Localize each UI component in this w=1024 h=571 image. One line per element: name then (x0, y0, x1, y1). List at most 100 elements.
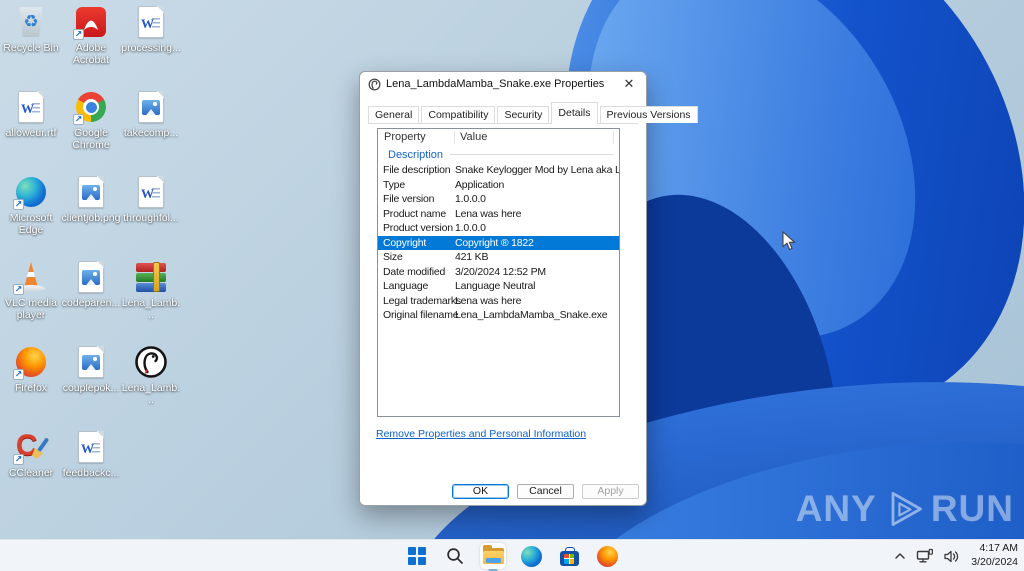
tab-general[interactable]: General (368, 106, 419, 123)
vlc-icon: ↗ (13, 259, 49, 295)
shortcut-arrow-icon: ↗ (13, 454, 24, 465)
network-icon[interactable] (916, 548, 934, 564)
desktop-icon-firefox[interactable]: ↗ Firefox (1, 344, 61, 429)
properties-dialog: Lena_LambdaMamba_Snake.exe Properties ✕ … (359, 71, 647, 506)
desktop-icon-label: Google Chrome (61, 127, 121, 151)
close-icon[interactable]: ✕ (620, 75, 638, 93)
property-name: Product version (378, 221, 455, 236)
edge-icon (521, 546, 542, 567)
desktop-icon-label: Microsoft Edge (1, 212, 61, 236)
edge-button[interactable] (518, 543, 544, 569)
property-name: File version (378, 192, 455, 207)
property-name: Language (378, 279, 455, 294)
file-explorer-button[interactable] (480, 543, 506, 569)
search-icon (446, 547, 464, 565)
start-button[interactable] (404, 543, 430, 569)
image-file-icon (133, 89, 169, 125)
property-name: Product name (378, 207, 455, 222)
dialog-buttons: OK Cancel Apply (452, 484, 639, 499)
desktop-icon-label: Recycle Bin (3, 42, 58, 54)
desktop-icon-microsoft-edge[interactable]: ↗ Microsoft Edge (1, 174, 61, 259)
dialog-title: Lena_LambdaMamba_Snake.exe Properties (386, 78, 604, 90)
desktop-icon-label: Lena_Lamb... (121, 297, 181, 321)
tab-security[interactable]: Security (497, 106, 549, 123)
property-row[interactable]: Product version 1.0.0.0 (378, 221, 619, 236)
taskbar-clock[interactable]: 4:17 AM 3/20/2024 (969, 542, 1018, 569)
property-name: Legal trademarks (378, 294, 455, 309)
property-row[interactable]: File description Snake Keylogger Mod by … (378, 163, 619, 178)
desktop-icon-processing-doc[interactable]: W processing... (121, 4, 181, 89)
desktop-icon-ccleaner[interactable]: C ↗ CCleaner (1, 429, 61, 514)
snake-exe-icon (133, 344, 169, 380)
desktop-icon-throughfol-doc[interactable]: W throughfol... (121, 174, 181, 259)
desktop-icon-codeparen-image[interactable]: codeparen... (61, 259, 121, 344)
search-button[interactable] (442, 543, 468, 569)
desktop-icon-label: VLC media player (1, 297, 61, 321)
firefox-button[interactable] (594, 543, 620, 569)
winrar-archive-icon (133, 259, 169, 295)
column-header-value[interactable]: Value (455, 131, 619, 144)
recycle-bin-icon: ♻ (13, 4, 49, 40)
image-file-icon (73, 174, 109, 210)
property-value: Application (455, 178, 619, 193)
property-name: Original filename (378, 308, 455, 323)
tab-details[interactable]: Details (551, 102, 597, 123)
property-row[interactable]: Language Language Neutral (378, 279, 619, 294)
desktop-icon-label: Lena_Lamb... (121, 382, 181, 406)
desktop-icon-clientjob-png[interactable]: clientjob.png (61, 174, 121, 259)
property-value: Lena was here (455, 294, 619, 309)
desktop-icon-label: Firefox (15, 382, 47, 394)
apply-button[interactable]: Apply (582, 484, 639, 499)
desktop-icon-feedbackc-doc[interactable]: W feedbackc... (61, 429, 121, 514)
adobe-acrobat-icon: ↗ (73, 4, 109, 40)
listview-header[interactable]: Property Value (378, 129, 619, 146)
word-doc-icon: W (133, 4, 169, 40)
property-name: Size (378, 250, 455, 265)
desktop-icon-adobe-acrobat[interactable]: ↗ Adobe Acrobat (61, 4, 121, 89)
property-row[interactable]: Type Application (378, 178, 619, 193)
tray-chevron-up-icon[interactable] (893, 549, 907, 563)
desktop-icon-vlc[interactable]: ↗ VLC media player (1, 259, 61, 344)
tab-compatibility[interactable]: Compatibility (421, 106, 495, 123)
desktop-icon-takecomp-image[interactable]: takecomp... (121, 89, 181, 174)
cancel-button[interactable]: Cancel (517, 484, 574, 499)
property-row[interactable]: Date modified 3/20/2024 12:52 PM (378, 265, 619, 280)
chrome-icon: ↗ (73, 89, 109, 125)
clock-time: 4:17 AM (971, 542, 1018, 556)
desktop-icon-label: processing... (121, 42, 181, 54)
word-doc-icon: W (13, 89, 49, 125)
desktop-icon-lena-snake-exe[interactable]: Lena_Lamb... (121, 344, 181, 429)
column-header-property[interactable]: Property (378, 131, 455, 144)
remove-properties-link[interactable]: Remove Properties and Personal Informati… (376, 428, 586, 440)
ccleaner-icon: C ↗ (13, 429, 49, 465)
desktop-icon-recycle-bin[interactable]: ♻ Recycle Bin (1, 4, 61, 89)
property-row[interactable]: Size 421 KB (378, 250, 619, 265)
desktop-icon-grid: ♻ Recycle Bin ↗ Adobe Acrobat W processi… (1, 4, 183, 514)
property-value: 3/20/2024 12:52 PM (455, 265, 619, 280)
dialog-snake-icon (368, 78, 381, 91)
microsoft-store-button[interactable] (556, 543, 582, 569)
details-listview[interactable]: Property Value Description File descript… (377, 128, 620, 417)
property-row-selected[interactable]: Copyright Copyright ® 1822 (378, 236, 619, 251)
tab-previous-versions[interactable]: Previous Versions (600, 106, 698, 123)
desktop-icon-google-chrome[interactable]: ↗ Google Chrome (61, 89, 121, 174)
desktop-icon-label: clientjob.png (62, 212, 121, 224)
ok-button[interactable]: OK (452, 484, 509, 499)
property-row[interactable]: Legal trademarks Lena was here (378, 294, 619, 309)
property-name: File description (378, 163, 455, 178)
dialog-titlebar[interactable]: Lena_LambdaMamba_Snake.exe Properties ✕ (360, 72, 646, 96)
desktop-icon-couplepok-image[interactable]: couplepok... (61, 344, 121, 429)
property-value: Lena was here (455, 207, 619, 222)
property-row[interactable]: File version 1.0.0.0 (378, 192, 619, 207)
shortcut-arrow-icon: ↗ (73, 114, 84, 125)
property-row[interactable]: Original filename Lena_LambdaMamba_Snake… (378, 308, 619, 323)
firefox-icon (597, 546, 618, 567)
desktop-icon-alloweur-rtf[interactable]: W alloweur.rtf (1, 89, 61, 174)
clock-date: 3/20/2024 (971, 556, 1018, 570)
shortcut-arrow-icon: ↗ (13, 284, 24, 295)
system-tray: 4:17 AM 3/20/2024 (893, 540, 1018, 571)
desktop-icon-lena-archive[interactable]: Lena_Lamb... (121, 259, 181, 344)
volume-icon[interactable] (943, 549, 960, 564)
shortcut-arrow-icon: ↗ (73, 29, 84, 40)
property-row[interactable]: Product name Lena was here (378, 207, 619, 222)
